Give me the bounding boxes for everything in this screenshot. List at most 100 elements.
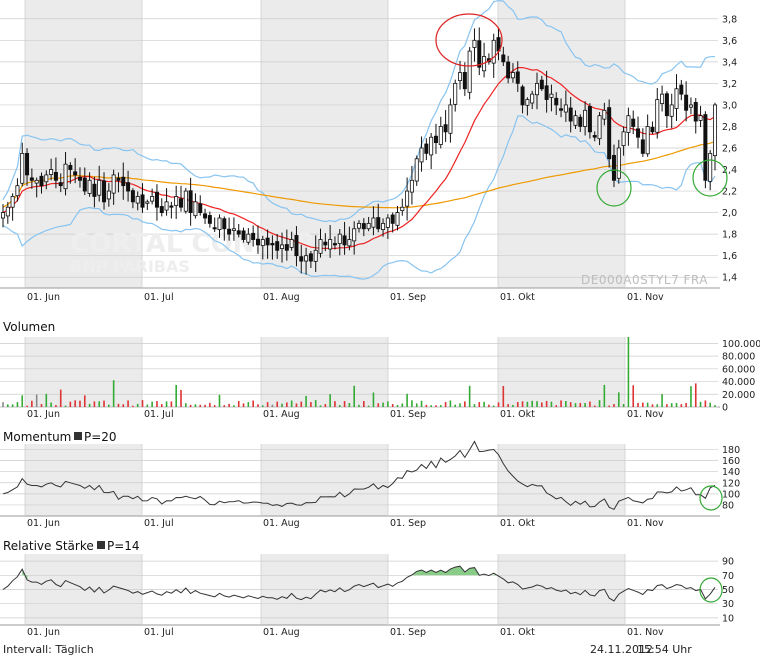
candle-body [669,104,674,117]
volume-bar [233,405,235,407]
xtick-rsi-1: 01. Jul [144,627,174,638]
volume-bar [228,403,230,407]
volume-bar [271,404,274,407]
volume-bar [353,385,355,407]
candle-body [198,203,203,214]
candle-body [63,163,68,190]
candle-body [304,255,309,262]
candle-body [477,40,482,68]
candle-body [530,93,535,104]
candle-body [611,155,616,181]
candle-body [597,115,602,140]
volume-bar [343,401,346,407]
volume-bar [103,400,105,407]
ytick-price-4: 3,0 [722,100,737,111]
ytick-price-7: 2,4 [722,165,737,176]
candle-body [130,190,135,203]
volume-bar [286,402,288,407]
volume-bar [11,404,14,407]
candle-body [20,152,25,184]
candle-body [650,126,655,133]
ytick-price-9: 2,0 [722,208,737,219]
candle-body [583,109,588,127]
volume-bar [478,402,481,407]
ytick-price-11: 1,6 [722,251,737,262]
volume-bar [603,384,606,407]
candle-body [419,147,424,163]
volume-bar [651,404,654,407]
xtick-price-4: 01. Okt [500,292,535,303]
volume-bar [526,401,529,407]
ytick-volume-4: 20.000 [722,390,755,401]
volume-bar [194,404,197,407]
volume-bar [290,400,293,407]
candle-body [438,126,443,145]
candle-body [395,212,400,226]
volume-bar [16,402,19,407]
annotation-green-circle [699,577,723,603]
volume-bar [112,380,115,407]
momentum-legend-swatch [74,432,82,440]
ytick-volume-3: 40.000 [722,377,755,388]
volume-bar [338,405,341,407]
volume-bar [218,394,221,407]
momentum-title: Momentum [3,430,71,444]
volume-bar [704,400,707,407]
volume-bar [314,400,317,407]
candle-body [39,175,44,187]
volume-bar [569,402,572,407]
candle-body [255,238,260,246]
volume-bar [555,405,558,407]
xtick-momentum-1: 01. Jul [144,518,174,529]
candle-body [227,228,232,235]
volume-bar [305,395,307,407]
candle-body [58,182,63,187]
candle-body [381,222,386,230]
volume-bar [31,400,33,407]
volume-bar [189,404,192,407]
volume-bar [454,404,457,407]
candle-body [34,179,39,184]
volume-bar [666,404,668,407]
candle-body [371,217,376,228]
volume-bar [64,405,67,407]
volume-bar [79,400,81,407]
volume-bar [50,402,52,407]
xtick-price-0: 01. Jun [27,292,60,303]
candle-body [544,85,549,100]
candle-body [337,233,342,244]
volume-bar [483,401,485,407]
candle-body [169,205,174,208]
candle-body [467,50,472,93]
candle-body [183,190,188,212]
xtick-volume-3: 01. Sep [390,409,426,420]
candle-body [140,194,145,208]
volume-bar [55,405,57,407]
volume-bar [627,337,630,407]
candle-body [409,179,414,193]
volume-bar [536,401,538,407]
volume-bar [324,404,327,407]
ytick-rsi-1: 70 [722,571,734,582]
volume-bar [257,404,259,407]
candle-body [44,174,49,183]
volume-bar [334,401,336,407]
ytick-momentum-1: 160 [722,456,740,467]
volume-bar [40,404,43,407]
candle-body [472,39,477,48]
volume-bar [598,400,601,407]
ytick-momentum-5: 80 [722,500,734,511]
candle-body [217,217,222,231]
instrument-code: DE000A0STYL7 FRA [581,273,708,287]
rsi-legend-swatch [97,541,105,549]
ytick-price-12: 1,4 [722,273,737,284]
candle-body [102,180,107,203]
volume-bar [459,403,461,407]
volume-bar [122,404,125,407]
volume-bar [531,400,533,407]
candle-body [515,71,520,84]
candle-body [462,71,467,90]
volume-bar [608,405,610,407]
volume-bar [156,401,158,407]
volume-bar [560,400,562,407]
